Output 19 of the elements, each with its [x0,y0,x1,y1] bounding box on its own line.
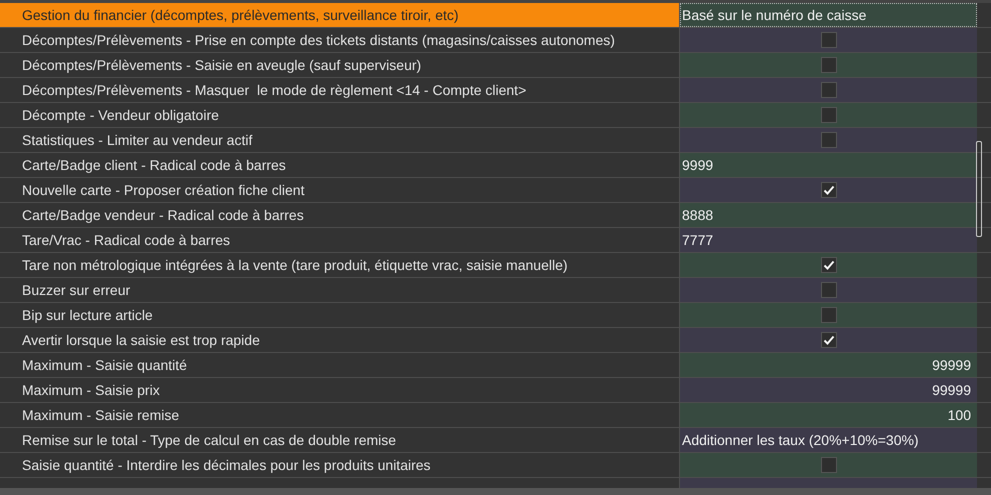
checkbox[interactable] [820,307,836,323]
checkbox[interactable] [820,82,836,98]
checkbox[interactable] [820,457,836,473]
checkbox[interactable] [820,282,836,298]
setting-value[interactable]: 8888 [682,207,714,223]
setting-label[interactable]: Gestion du financier (décomptes, prélèvements, surveillance tiroir, etc) [0,3,680,27]
checkbox[interactable] [820,182,836,198]
setting-value[interactable]: 100 [948,407,971,423]
checkbox[interactable] [820,57,836,73]
checkbox[interactable] [820,132,836,148]
setting-value[interactable]: 99999 [932,382,971,398]
scrollbar-thumb[interactable] [976,141,982,237]
setting-value[interactable]: 9999 [682,157,714,173]
checkbox[interactable] [820,332,836,348]
checkbox[interactable] [820,107,836,123]
setting-value[interactable]: 7777 [682,232,714,248]
setting-value[interactable]: 99999 [932,357,971,373]
checkbox[interactable] [820,257,836,273]
checkbox[interactable] [820,32,836,48]
